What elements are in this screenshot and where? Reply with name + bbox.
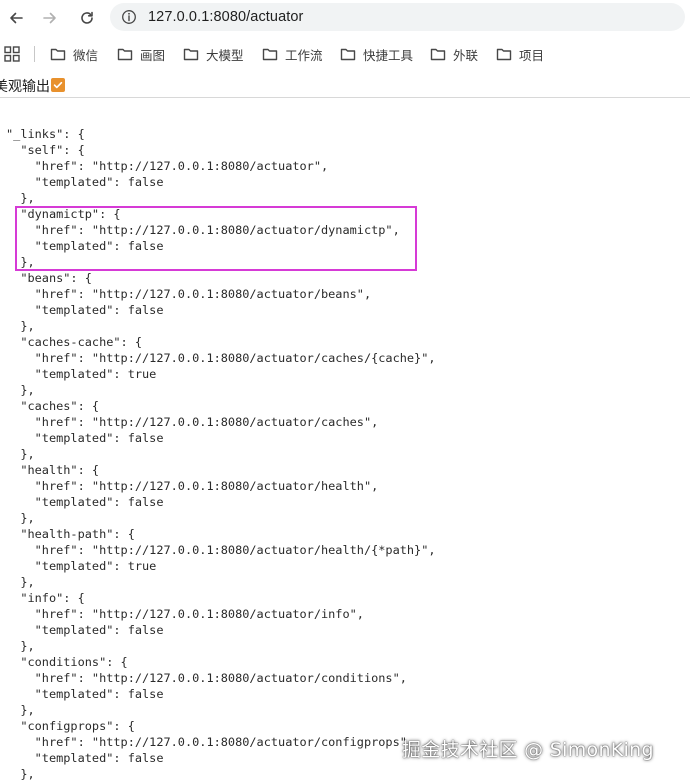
bookmark-folder-gongzuoliu[interactable]: 工作流	[262, 44, 323, 64]
bookmark-label: 大模型	[206, 48, 244, 63]
bookmark-folder-huatu[interactable]: 画图	[117, 44, 165, 64]
apps-grid-icon[interactable]	[4, 46, 20, 62]
json-line: "href": "http://127.0.0.1:8080/actuator"…	[6, 159, 329, 173]
json-line: "templated": true	[6, 559, 157, 573]
bookmarks-separator	[34, 46, 35, 62]
json-line: "href": "http://127.0.0.1:8080/actuator/…	[6, 479, 379, 493]
watermark-text: 掘金技术社区 @ SimonKing	[402, 739, 654, 761]
json-line: "href": "http://127.0.0.1:8080/actuator/…	[6, 735, 415, 749]
json-line: "href": "http://127.0.0.1:8080/actuator/…	[6, 671, 407, 685]
json-line: "configprops": {	[6, 719, 135, 733]
json-line: "_links": {	[6, 127, 85, 141]
json-line: "href": "http://127.0.0.1:8080/actuator/…	[6, 287, 372, 301]
json-line: "info": {	[6, 591, 85, 605]
json-line: "templated": false	[6, 751, 164, 765]
json-line: "templated": true	[6, 367, 157, 381]
bookmark-label: 外联	[453, 48, 479, 63]
bookmark-label: 工作流	[285, 48, 323, 63]
json-line: "templated": false	[6, 623, 164, 637]
bookmark-folder-xiangmu[interactable]: 项目	[496, 44, 544, 64]
json-line: },	[6, 767, 35, 781]
bookmark-label: 画图	[140, 48, 166, 63]
json-line: },	[6, 255, 35, 269]
bookmark-folder-wailian[interactable]: 外联	[430, 44, 478, 64]
json-line: "templated": false	[6, 431, 164, 445]
json-line: "templated": false	[6, 303, 164, 317]
json-line: },	[6, 511, 35, 525]
json-line: "templated": false	[6, 175, 164, 189]
json-line: "href": "http://127.0.0.1:8080/actuator/…	[6, 351, 436, 365]
bookmark-folder-damoxing[interactable]: 大模型	[183, 44, 244, 64]
folder-icon	[496, 48, 512, 61]
json-line: "templated": false	[6, 687, 164, 701]
bookmark-label: 快捷工具	[363, 48, 414, 63]
reload-icon	[81, 11, 93, 24]
json-viewer: "_links": { "self": { "href": "http://12…	[6, 126, 436, 782]
json-line: "self": {	[6, 143, 85, 157]
json-line: },	[6, 191, 35, 205]
pretty-print-checkbox[interactable]	[51, 78, 65, 92]
bookmark-folder-kuaijiegongju[interactable]: 快捷工具	[340, 44, 413, 64]
json-line: },	[6, 319, 35, 333]
arrow-right-icon	[43, 12, 56, 24]
bookmark-label: 项目	[519, 48, 545, 63]
json-line: "caches-cache": {	[6, 335, 143, 349]
pretty-print-label: 美观输出	[0, 78, 50, 94]
json-line: "health": {	[6, 463, 100, 477]
pretty-print-bar: 美观输出	[0, 73, 690, 98]
folder-icon	[117, 48, 133, 61]
json-line: "href": "http://127.0.0.1:8080/actuator/…	[6, 223, 400, 237]
checkmark-icon	[53, 81, 63, 89]
arrow-left-icon	[10, 12, 23, 24]
json-line: },	[6, 575, 35, 589]
json-line: },	[6, 639, 35, 653]
json-line: "href": "http://127.0.0.1:8080/actuator/…	[6, 607, 364, 621]
json-line: },	[6, 703, 35, 717]
json-line: "templated": false	[6, 495, 164, 509]
browser-toolbar: 127.0.0.1:8080/actuator	[0, 0, 690, 36]
back-button[interactable]	[6, 8, 26, 28]
address-bar[interactable]: 127.0.0.1:8080/actuator	[110, 3, 685, 31]
site-info-icon[interactable]	[120, 8, 138, 26]
json-line: "caches": {	[6, 399, 100, 413]
bookmarks-bar: 微信 画图 大模型 工作流 快捷工具 外联 项目	[0, 40, 690, 68]
json-line: "href": "http://127.0.0.1:8080/actuator/…	[6, 415, 379, 429]
folder-icon	[430, 48, 446, 61]
reload-button[interactable]	[77, 8, 97, 28]
forward-button[interactable]	[40, 8, 60, 28]
json-line: },	[6, 447, 35, 461]
bookmark-folder-weixin[interactable]: 微信	[50, 44, 98, 64]
folder-icon	[340, 48, 356, 61]
bookmark-label: 微信	[73, 48, 99, 63]
folder-icon	[50, 48, 66, 61]
json-line: "beans": {	[6, 271, 92, 285]
json-line: "dynamictp": {	[6, 207, 121, 221]
json-line: },	[6, 383, 35, 397]
folder-icon	[262, 48, 278, 61]
url-text[interactable]: 127.0.0.1:8080/actuator	[148, 9, 303, 25]
folder-icon	[183, 48, 199, 61]
json-line: "health-path": {	[6, 527, 135, 541]
json-line: "templated": false	[6, 239, 164, 253]
json-line: "href": "http://127.0.0.1:8080/actuator/…	[6, 543, 436, 557]
json-line: "conditions": {	[6, 655, 128, 669]
